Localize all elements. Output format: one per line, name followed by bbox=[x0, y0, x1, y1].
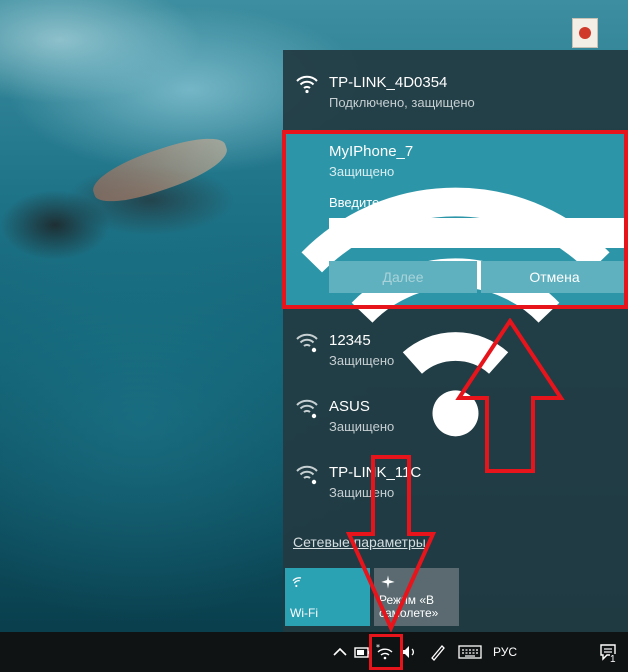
wifi-icon bbox=[296, 75, 318, 94]
annotation-taskbar-highlight-box bbox=[369, 634, 403, 670]
annotation-arrow-down-icon bbox=[345, 455, 437, 632]
network-status: Защищено bbox=[329, 419, 395, 434]
notification-count-badge: 1 bbox=[610, 654, 616, 665]
wallpaper-diver bbox=[0, 190, 110, 260]
network-status: Защищено bbox=[329, 353, 395, 368]
annotation-arrow-up-icon bbox=[455, 318, 565, 473]
network-item-connected[interactable]: TP-LINK_4D0354 Подключено, защищено bbox=[283, 50, 628, 116]
wifi-icon bbox=[292, 577, 302, 588]
desktop-file-icon[interactable] bbox=[572, 18, 598, 48]
wifi-secured-icon bbox=[296, 465, 318, 485]
keyboard-icon[interactable] bbox=[458, 642, 482, 662]
annotation-highlight-box bbox=[282, 130, 628, 309]
wifi-secured-icon bbox=[296, 399, 318, 419]
pen-icon[interactable] bbox=[428, 642, 448, 662]
wifi-secured-icon bbox=[296, 333, 318, 353]
network-name: 12345 bbox=[329, 332, 371, 349]
network-name: ASUS bbox=[329, 398, 370, 415]
taskbar: * РУС 1 bbox=[0, 632, 628, 672]
chevron-up-icon[interactable] bbox=[330, 642, 350, 662]
network-name: TP-LINK_4D0354 bbox=[329, 74, 448, 91]
input-language-indicator[interactable]: РУС bbox=[493, 645, 517, 659]
network-status: Подключено, защищено bbox=[329, 95, 475, 110]
